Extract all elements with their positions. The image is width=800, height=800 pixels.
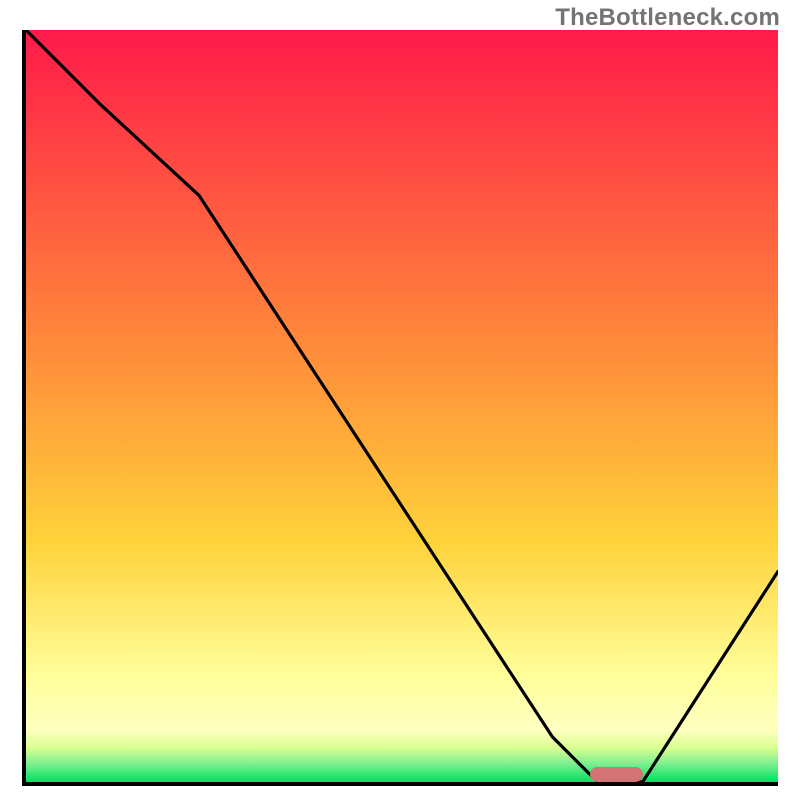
chart-container: TheBottleneck.com <box>0 0 800 800</box>
optimal-range-marker <box>590 767 643 782</box>
chart-svg <box>26 30 778 782</box>
watermark-text: TheBottleneck.com <box>555 4 780 32</box>
gradient-background <box>26 30 778 782</box>
